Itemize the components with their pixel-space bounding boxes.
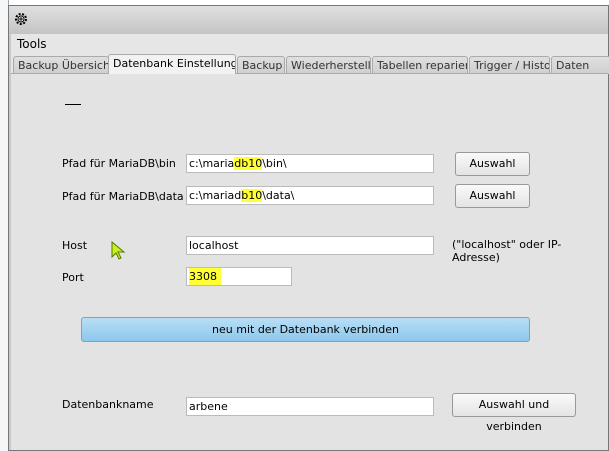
data-path-text-end: \data\	[262, 189, 295, 202]
settings-panel: Pfad für MariaDB\bin c:\mariadb10\bin\ A…	[11, 73, 608, 450]
host-hint: ("localhost" oder IP-Adresse)	[452, 238, 562, 264]
choose-bin-button[interactable]: Auswahl	[455, 152, 530, 176]
bin-path-text: c:\maria	[189, 157, 235, 170]
highlight-mark: b10	[241, 189, 263, 202]
tab-trigger-historie[interactable]: Trigger / Historie	[469, 56, 550, 74]
gear-icon	[15, 13, 27, 25]
highlight-mark: db10	[234, 157, 263, 170]
choose-and-connect-button[interactable]: Auswahl und verbinden	[452, 393, 576, 433]
host-label: Host	[62, 239, 88, 252]
reconnect-button[interactable]: neu mit der Datenbank verbinden	[81, 317, 530, 342]
data-path-label: Pfad für MariaDB\data	[62, 190, 184, 203]
separator	[65, 104, 81, 105]
bin-path-input[interactable]: c:\mariadb10\bin\	[186, 154, 434, 173]
tab-backup[interactable]: Backup	[237, 56, 285, 74]
bin-path-label: Pfad für MariaDB\bin	[62, 157, 176, 170]
dbname-label: Datenbankname	[62, 398, 154, 411]
port-input[interactable]: 3308	[186, 267, 292, 286]
mouse-cursor-icon	[111, 241, 126, 260]
host-input[interactable]: localhost	[186, 236, 434, 255]
data-path-input[interactable]: c:\mariadb10\data\	[186, 186, 434, 205]
tab-tabellen-reparieren[interactable]: Tabellen reparieren	[372, 56, 468, 74]
tab-daten[interactable]: Daten	[551, 56, 609, 74]
tab-bar: Backup Übersicht Datenbank Einstellungen…	[11, 54, 609, 74]
port-label: Port	[62, 271, 84, 284]
choose-data-button[interactable]: Auswahl	[455, 184, 530, 208]
title-bar	[9, 6, 608, 34]
bin-path-text-end: \bin\	[262, 157, 287, 170]
menu-bar: Tools	[11, 34, 608, 54]
tab-wiederherstellen[interactable]: Wiederherstellen	[286, 56, 371, 74]
menu-tools[interactable]: Tools	[17, 37, 47, 51]
port-value: 3308	[189, 268, 221, 285]
data-path-text: c:\mariad	[189, 189, 242, 202]
tab-datenbank-einstellungen[interactable]: Datenbank Einstellungen	[108, 54, 236, 74]
tab-backup-uebersicht[interactable]: Backup Übersicht	[13, 56, 109, 74]
app-window: Tools Backup Übersicht Datenbank Einstel…	[8, 5, 609, 451]
dbname-input[interactable]: arbene	[186, 397, 434, 416]
